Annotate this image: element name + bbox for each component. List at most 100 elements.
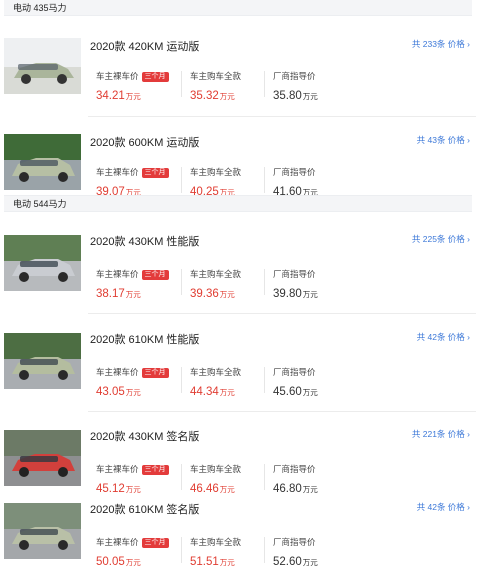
section-header-544hp: 电动 544马力 <box>4 195 472 212</box>
full-price-value: 44.34 <box>190 386 219 398</box>
three-month-badge: 三个月 <box>141 538 169 548</box>
msrp-block: 厂商指导价 39.80万元 <box>273 268 363 302</box>
divider <box>264 537 265 563</box>
price-unit: 万元 <box>219 485 235 494</box>
owner-price-block: 车主裸车价 三个月 34.21万元 <box>96 70 186 104</box>
divider <box>181 167 182 193</box>
msrp-value: 45.60 <box>273 386 302 398</box>
trim-title[interactable]: 2020款 420KM 运动版 <box>90 38 199 54</box>
msrp-label: 厂商指导价 <box>273 71 316 81</box>
msrp-value: 35.80 <box>273 90 302 102</box>
price-unit: 万元 <box>302 92 318 101</box>
owner-price-label: 车主裸车价 <box>96 167 139 177</box>
divider <box>181 537 182 563</box>
full-price-label: 车主购车全款 <box>190 537 242 547</box>
full-price-label: 车主购车全款 <box>190 269 242 279</box>
msrp-label: 厂商指导价 <box>273 167 316 177</box>
price-unit: 万元 <box>125 558 141 567</box>
car-thumbnail <box>4 38 81 94</box>
car-thumbnail <box>4 235 81 291</box>
owner-price-value: 38.17 <box>96 288 125 300</box>
price-unit: 万元 <box>219 558 235 567</box>
three-month-badge: 三个月 <box>141 465 169 475</box>
divider <box>264 367 265 393</box>
msrp-label: 厂商指导价 <box>273 269 316 279</box>
owner-price-value: 50.05 <box>96 556 125 568</box>
trim-title[interactable]: 2020款 430KM 签名版 <box>90 428 199 444</box>
msrp-label: 厂商指导价 <box>273 537 316 547</box>
full-price-block: 车主购车全款 46.46万元 <box>190 463 280 497</box>
price-unit: 万元 <box>302 558 318 567</box>
msrp-value: 46.80 <box>273 483 302 495</box>
price-unit: 万元 <box>219 290 235 299</box>
price-unit: 万元 <box>125 388 141 397</box>
divider <box>264 269 265 295</box>
price-count-link[interactable]: 共 221条 价格 › <box>412 428 470 440</box>
full-price-block: 车主购车全款 51.51万元 <box>190 536 280 570</box>
three-month-badge: 三个月 <box>141 368 169 378</box>
divider <box>181 269 182 295</box>
car-thumbnail <box>4 430 81 486</box>
price-unit: 万元 <box>302 485 318 494</box>
price-unit: 万元 <box>125 290 141 299</box>
full-price-label: 车主购车全款 <box>190 71 242 81</box>
price-unit: 万元 <box>302 290 318 299</box>
price-list-page: 电动 435马力 2020款 420KM 运动版 共 233条 价格 › 车主裸… <box>0 0 480 568</box>
price-count-link[interactable]: 共 225条 价格 › <box>412 233 470 245</box>
trim-title[interactable]: 2020款 600KM 运动版 <box>90 134 199 150</box>
owner-price-block: 车主裸车价 三个月 43.05万元 <box>96 366 186 400</box>
owner-price-label: 车主裸车价 <box>96 269 139 279</box>
row-divider <box>88 116 476 117</box>
full-price-block: 车主购车全款 35.32万元 <box>190 70 280 104</box>
owner-price-value: 45.12 <box>96 483 125 495</box>
divider <box>264 167 265 193</box>
msrp-label: 厂商指导价 <box>273 464 316 474</box>
divider <box>181 367 182 393</box>
full-price-value: 51.51 <box>190 556 219 568</box>
owner-price-block: 车主裸车价 三个月 45.12万元 <box>96 463 186 497</box>
row-divider <box>88 411 476 412</box>
price-unit: 万元 <box>219 92 235 101</box>
divider <box>181 71 182 97</box>
price-unit: 万元 <box>219 388 235 397</box>
msrp-label: 厂商指导价 <box>273 367 316 377</box>
msrp-block: 厂商指导价 46.80万元 <box>273 463 363 497</box>
msrp-block: 厂商指导价 45.60万元 <box>273 366 363 400</box>
owner-price-label: 车主裸车价 <box>96 71 139 81</box>
price-count-link[interactable]: 共 233条 价格 › <box>412 38 470 50</box>
owner-price-label: 车主裸车价 <box>96 464 139 474</box>
full-price-value: 39.36 <box>190 288 219 300</box>
car-thumbnail <box>4 333 81 389</box>
owner-price-block: 车主裸车价 三个月 50.05万元 <box>96 536 186 570</box>
price-unit: 万元 <box>125 485 141 494</box>
owner-price-value: 34.21 <box>96 90 125 102</box>
full-price-block: 车主购车全款 39.36万元 <box>190 268 280 302</box>
full-price-label: 车主购车全款 <box>190 367 242 377</box>
three-month-badge: 三个月 <box>141 168 169 178</box>
three-month-badge: 三个月 <box>141 270 169 280</box>
owner-price-label: 车主裸车价 <box>96 537 139 547</box>
trim-title[interactable]: 2020款 430KM 性能版 <box>90 233 199 249</box>
price-count-link[interactable]: 共 42条 价格 › <box>417 501 470 513</box>
divider <box>264 71 265 97</box>
full-price-label: 车主购车全款 <box>190 464 242 474</box>
row-divider <box>88 313 476 314</box>
msrp-value: 39.80 <box>273 288 302 300</box>
full-price-value: 35.32 <box>190 90 219 102</box>
full-price-block: 车主购车全款 44.34万元 <box>190 366 280 400</box>
car-thumbnail <box>4 134 81 190</box>
full-price-value: 46.46 <box>190 483 219 495</box>
msrp-block: 厂商指导价 35.80万元 <box>273 70 363 104</box>
trim-title[interactable]: 2020款 610KM 签名版 <box>90 501 199 517</box>
divider <box>264 464 265 490</box>
three-month-badge: 三个月 <box>141 72 169 82</box>
owner-price-label: 车主裸车价 <box>96 367 139 377</box>
price-count-link[interactable]: 共 42条 价格 › <box>417 331 470 343</box>
owner-price-value: 43.05 <box>96 386 125 398</box>
car-thumbnail <box>4 503 81 559</box>
price-count-link[interactable]: 共 43条 价格 › <box>417 134 470 146</box>
divider <box>181 464 182 490</box>
price-unit: 万元 <box>302 388 318 397</box>
trim-title[interactable]: 2020款 610KM 性能版 <box>90 331 199 347</box>
owner-price-block: 车主裸车价 三个月 38.17万元 <box>96 268 186 302</box>
